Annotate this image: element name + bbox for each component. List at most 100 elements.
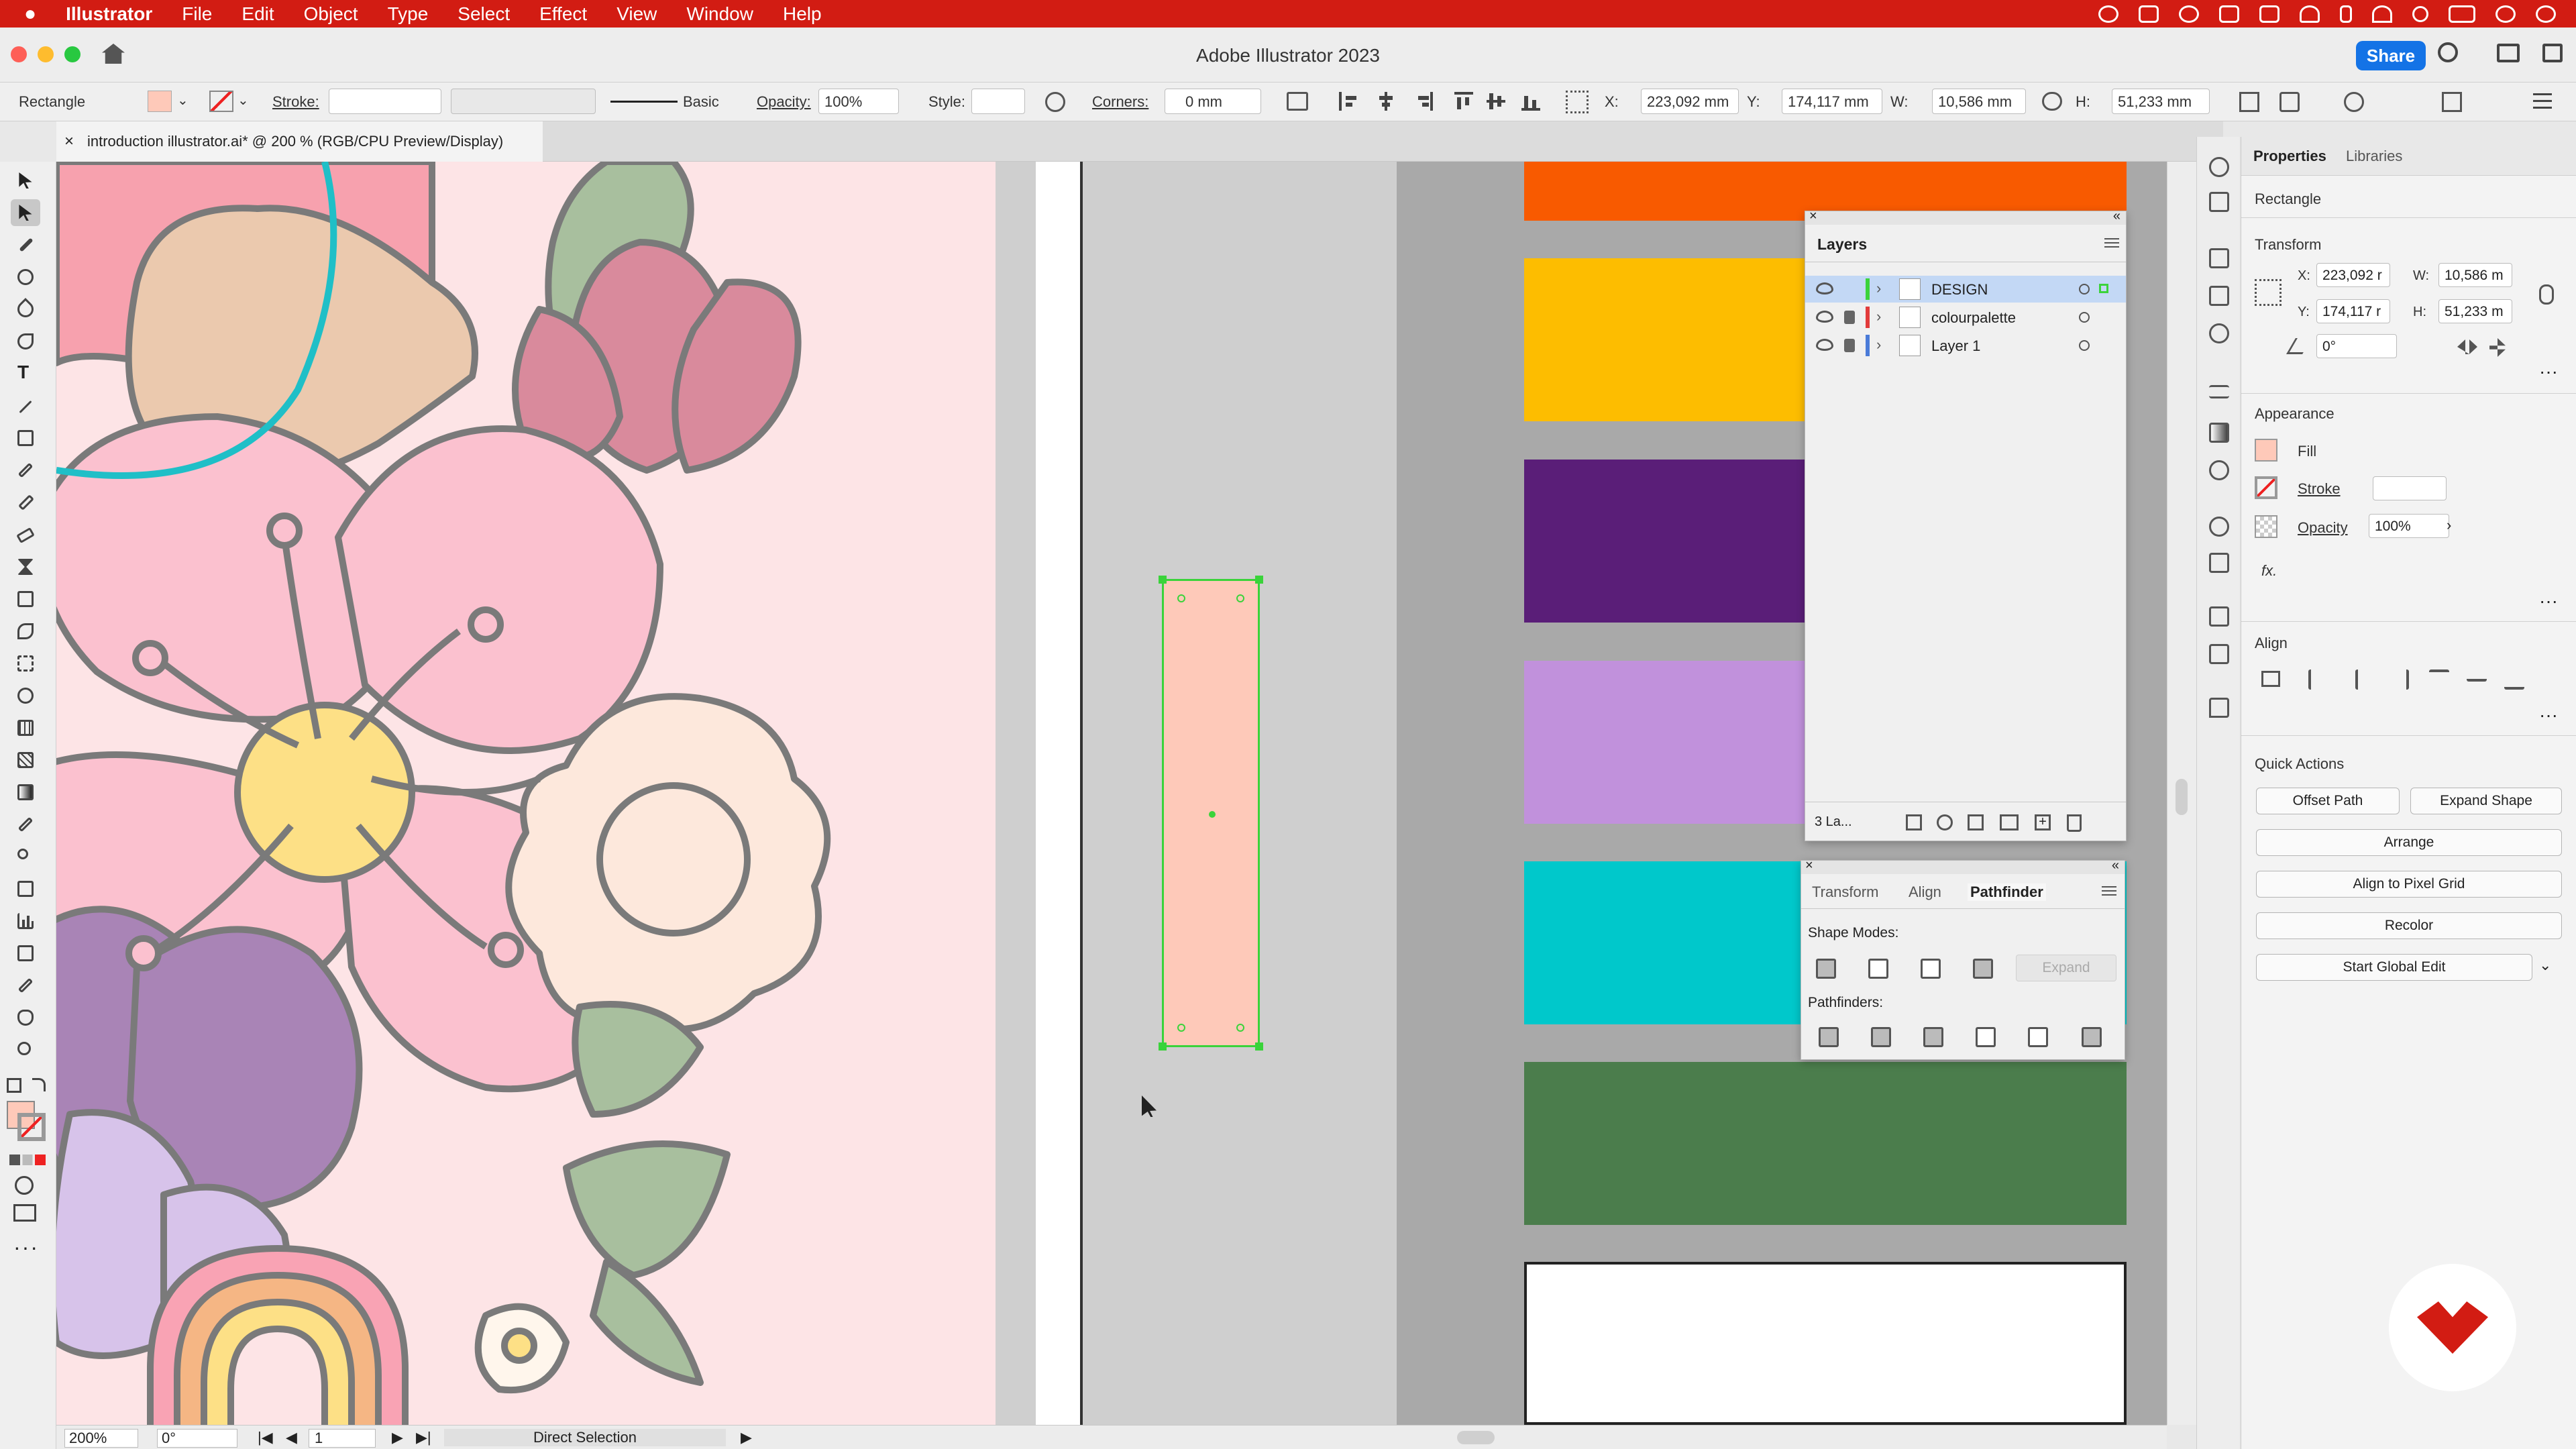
free-transform-tool[interactable] xyxy=(11,650,40,677)
rotate-input[interactable]: 0° xyxy=(2316,334,2397,358)
perspective-grid-tool[interactable] xyxy=(11,714,40,741)
constrain-link-icon[interactable] xyxy=(2539,284,2554,305)
paintbrush-tool[interactable] xyxy=(11,457,40,484)
arrange-documents-icon[interactable] xyxy=(2442,92,2462,112)
pathfinder-menu-icon[interactable] xyxy=(2102,886,2116,897)
artboard-tool[interactable] xyxy=(11,940,40,967)
align-left-icon[interactable] xyxy=(1339,92,1358,111)
slice-tool[interactable] xyxy=(11,972,40,999)
libraries-tab[interactable]: Libraries xyxy=(2346,148,2402,165)
recolor-button[interactable]: Recolor xyxy=(2256,912,2562,939)
align-right-icon[interactable] xyxy=(2389,669,2409,690)
panel-menu-icon[interactable] xyxy=(2533,93,2552,109)
corners-input[interactable]: 0 mm xyxy=(1165,89,1261,114)
draw-mode-icon[interactable] xyxy=(15,1176,34,1195)
more-options-icon[interactable]: ··· xyxy=(2539,590,2558,612)
bluetooth-icon[interactable] xyxy=(2340,5,2352,23)
siri-icon[interactable] xyxy=(2536,5,2556,23)
green-swatch[interactable] xyxy=(1524,1062,2127,1225)
corner-widget[interactable] xyxy=(1177,1024,1185,1032)
align-top-icon[interactable] xyxy=(1454,92,1473,111)
shaper-tool[interactable] xyxy=(11,489,40,516)
column-graph-tool[interactable] xyxy=(11,908,40,934)
menu-view[interactable]: View xyxy=(602,3,672,25)
start-global-edit-button[interactable]: Start Global Edit xyxy=(2256,954,2532,981)
corner-widget[interactable] xyxy=(1177,594,1185,602)
display-icon[interactable] xyxy=(2259,5,2279,23)
selection-handle[interactable] xyxy=(1159,1042,1167,1051)
exclude-icon[interactable] xyxy=(1973,959,1993,979)
align-right-icon[interactable] xyxy=(1414,92,1433,111)
expand-shape-button[interactable]: Expand Shape xyxy=(2410,788,2562,814)
intersect-icon[interactable] xyxy=(1921,959,1941,979)
cc-libraries-icon[interactable] xyxy=(2209,157,2229,177)
lasso-tool[interactable] xyxy=(11,264,40,290)
merge-icon[interactable] xyxy=(1923,1027,1943,1047)
export-icon[interactable] xyxy=(2209,606,2229,627)
symbols-icon[interactable] xyxy=(2209,323,2229,343)
align-tab[interactable]: Align xyxy=(1909,883,1941,901)
symbol-sprayer-tool[interactable] xyxy=(11,875,40,902)
collapse-panel-icon[interactable]: « xyxy=(2112,858,2119,873)
layer-name[interactable]: Layer 1 xyxy=(1931,337,1980,355)
align-to-icon[interactable] xyxy=(2261,671,2280,687)
variable-width-select[interactable] xyxy=(451,89,596,114)
constrain-proportions-icon[interactable] xyxy=(2042,92,2062,111)
rotation-select[interactable]: 0° xyxy=(157,1429,237,1448)
magic-wand-tool[interactable] xyxy=(11,231,40,258)
corner-widget[interactable] xyxy=(1236,1024,1244,1032)
close-panel-icon[interactable]: × xyxy=(1809,209,1817,224)
h-input[interactable]: 51,233 mm xyxy=(2112,89,2210,114)
menu-select[interactable]: Select xyxy=(443,3,525,25)
expand-chevron-icon[interactable]: › xyxy=(1876,308,1881,325)
reference-point-icon[interactable] xyxy=(1566,91,1589,113)
curvature-tool[interactable] xyxy=(11,328,40,355)
align-center-icon[interactable] xyxy=(1377,92,1395,111)
flip-horizontal-icon[interactable] xyxy=(2457,339,2477,354)
reference-point-icon[interactable] xyxy=(2255,279,2282,306)
cloud-icon[interactable] xyxy=(2179,5,2199,23)
stroke-color-swatch[interactable] xyxy=(17,1113,46,1141)
target-circle-icon[interactable] xyxy=(2079,312,2090,323)
creative-cloud-icon[interactable] xyxy=(2098,5,2118,23)
h-input[interactable]: 51,233 m xyxy=(2438,299,2512,323)
last-artboard-icon[interactable]: ▶| xyxy=(416,1429,431,1446)
graphic-styles-icon[interactable] xyxy=(2209,517,2229,537)
gradient-tool[interactable] xyxy=(11,779,40,806)
selected-rectangle[interactable] xyxy=(1159,576,1263,1051)
transform-tab[interactable]: Transform xyxy=(1812,883,1878,901)
stroke-weight-input[interactable] xyxy=(329,89,441,114)
stroke-profile-line[interactable] xyxy=(610,101,678,103)
first-artboard-icon[interactable]: |◀ xyxy=(258,1429,273,1446)
selection-handle[interactable] xyxy=(1255,576,1263,584)
export-for-screens-icon[interactable] xyxy=(1906,814,1922,830)
zoom-tool[interactable] xyxy=(11,1036,40,1063)
locate-object-icon[interactable] xyxy=(1937,814,1953,830)
align-bottom-icon[interactable] xyxy=(2504,669,2524,690)
rotate-icon[interactable] xyxy=(2286,338,2312,354)
asset-export-icon[interactable] xyxy=(2209,553,2229,573)
default-fill-stroke-icon[interactable] xyxy=(7,1078,21,1093)
selection-handle[interactable] xyxy=(1255,1042,1263,1051)
graphic-style-select[interactable] xyxy=(971,89,1025,114)
selection-square-icon[interactable] xyxy=(2099,284,2108,293)
delete-layer-icon[interactable] xyxy=(2067,814,2082,832)
color-mode-icons[interactable] xyxy=(9,1155,46,1165)
properties-tab[interactable]: Properties xyxy=(2253,148,2326,165)
layer-row-colourpalette[interactable]: › colourpalette xyxy=(1805,304,2126,331)
current-tool-status[interactable]: Direct Selection xyxy=(444,1429,726,1446)
next-artboard-icon[interactable]: ▶ xyxy=(392,1429,403,1446)
stroke-dropdown-icon[interactable]: ⌄ xyxy=(237,92,249,109)
collapse-panel-icon[interactable]: « xyxy=(2113,209,2121,224)
corner-widget[interactable] xyxy=(1236,594,1244,602)
menu-edit[interactable]: Edit xyxy=(227,3,288,25)
menu-window[interactable]: Window xyxy=(672,3,768,25)
stroke-swatch-icon[interactable] xyxy=(209,91,233,112)
type-tool[interactable]: T xyxy=(11,360,40,387)
workspace-icon[interactable] xyxy=(2497,44,2520,62)
zoom-level-select[interactable]: 200% xyxy=(64,1429,138,1448)
swap-fill-stroke-icon[interactable] xyxy=(32,1078,46,1091)
layer-row-design[interactable]: › DESIGN xyxy=(1805,276,2126,303)
brushes-icon[interactable] xyxy=(2209,286,2229,306)
stroke-swatch[interactable] xyxy=(2255,476,2277,499)
